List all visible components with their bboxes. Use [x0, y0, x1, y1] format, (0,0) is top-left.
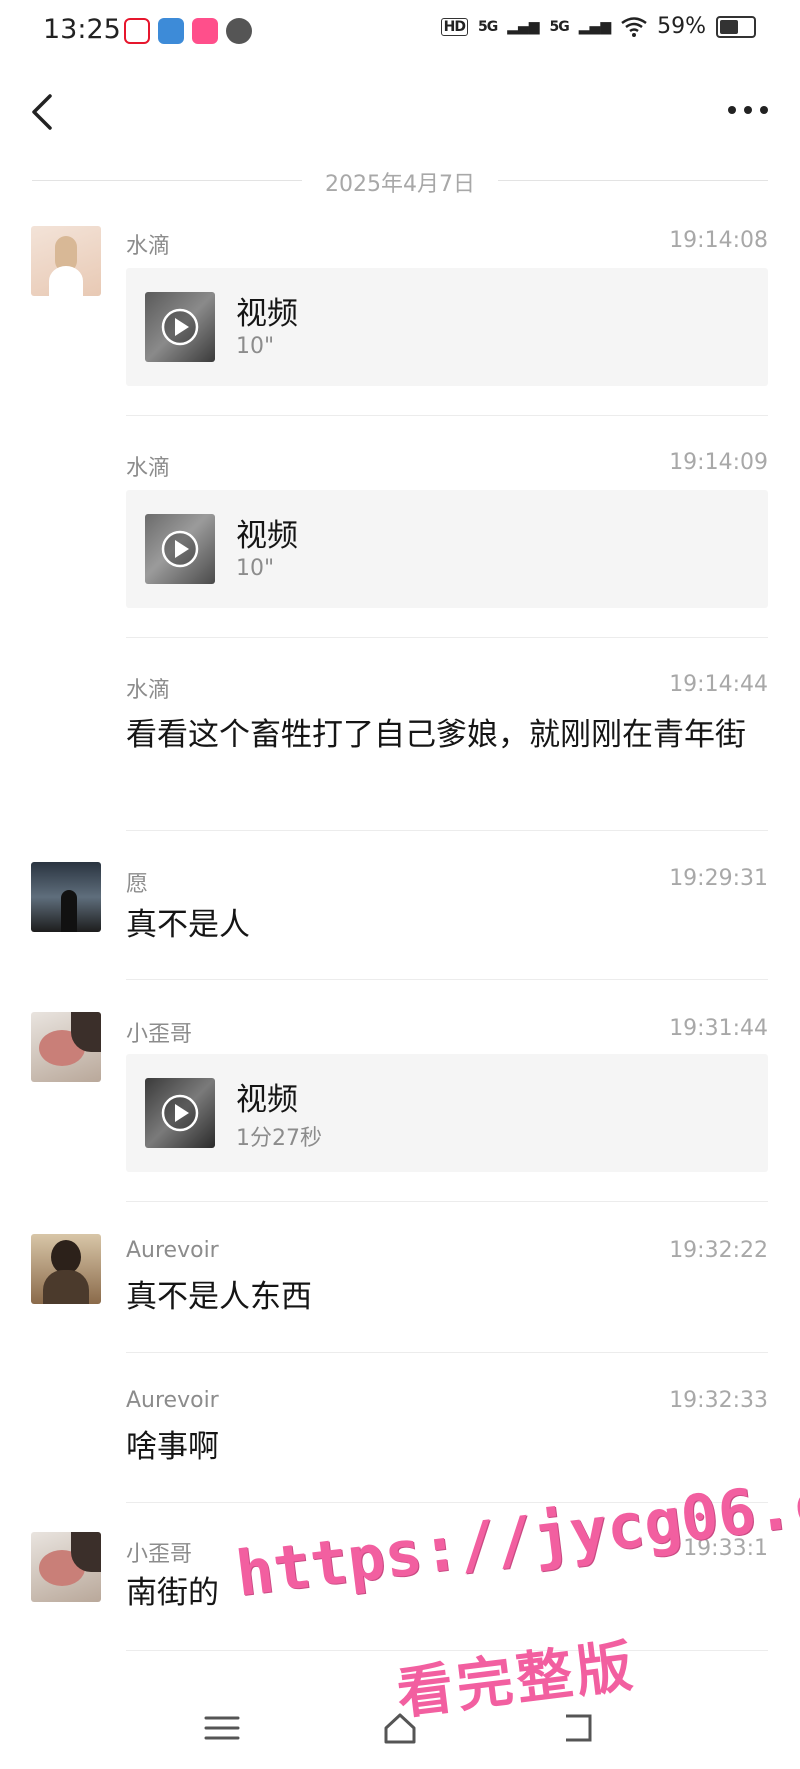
app-notification-icon: [158, 18, 184, 44]
avatar[interactable]: [31, 1234, 101, 1304]
avatar[interactable]: [31, 862, 101, 932]
message-time: 19:29:31: [669, 866, 768, 891]
divider: [126, 830, 768, 831]
more-dots-icon[interactable]: [724, 98, 772, 122]
video-thumbnail: [145, 514, 215, 584]
play-notification-icon: [226, 18, 252, 44]
battery-percent: 59%: [657, 14, 706, 39]
sender-name: 愿: [126, 872, 149, 897]
wifi-icon: [621, 16, 647, 37]
video-thumbnail: [145, 1078, 215, 1148]
video-thumbnail: [145, 292, 215, 362]
date-divider: 2025年4月7日: [32, 166, 768, 197]
video-title: 视频: [236, 1082, 298, 1118]
message-time: 19:32:22: [669, 1238, 768, 1263]
divider: [126, 637, 768, 638]
notification-icons: [124, 18, 252, 44]
hd-badge: HD: [440, 17, 468, 36]
play-icon: [161, 308, 199, 346]
signal-icon-2: 5G: [549, 18, 570, 35]
video-message[interactable]: 视频 10": [126, 268, 768, 386]
avatar[interactable]: [31, 1532, 101, 1602]
play-icon: [161, 530, 199, 568]
back-nav-icon[interactable]: [558, 1708, 598, 1748]
sender-name: 小歪哥: [126, 1022, 193, 1047]
chat-header: [0, 62, 800, 158]
video-message[interactable]: 视频 10": [126, 490, 768, 608]
avatar[interactable]: [31, 1012, 101, 1082]
weibo-icon: [124, 18, 150, 44]
menu-icon[interactable]: [202, 1708, 242, 1748]
divider: [126, 979, 768, 980]
message-text: 真不是人: [126, 907, 250, 943]
divider: [126, 1201, 768, 1202]
play-icon: [161, 1094, 199, 1132]
video-duration: 1分27秒: [236, 1126, 322, 1151]
app-notification-icon-2: [192, 18, 218, 44]
message-time: 19:14:44: [669, 672, 768, 697]
message-text: 啥事啊: [126, 1429, 219, 1465]
avatar[interactable]: [31, 226, 101, 296]
battery-icon: [716, 15, 756, 38]
status-bar: 13:25 HD 5G ▂▄▆ 5G ▂▄▆ 59%: [0, 0, 800, 62]
sender-name: 水滴: [126, 456, 171, 481]
status-time: 13:25: [43, 14, 121, 45]
chevron-left-icon[interactable]: [24, 90, 64, 134]
sender-name: 水滴: [126, 678, 171, 703]
video-duration: 10": [236, 334, 275, 359]
message-text: 看看这个畜牲打了自己爹娘，就刚刚在青年街: [126, 717, 746, 753]
divider: [126, 1352, 768, 1353]
video-title: 视频: [236, 296, 298, 332]
message-time: 19:32:33: [669, 1388, 768, 1413]
message-time: 19:14:09: [669, 450, 768, 475]
sender-name: 水滴: [126, 234, 171, 259]
video-title: 视频: [236, 518, 298, 554]
divider: [126, 415, 768, 416]
video-message[interactable]: 视频 1分27秒: [126, 1054, 768, 1172]
message-time: 19:31:44: [669, 1016, 768, 1041]
message-time: 19:14:08: [669, 228, 768, 253]
message-text: 真不是人东西: [126, 1279, 312, 1315]
signal-bars-icon: ▂▄▆: [507, 18, 540, 35]
signal-icon-1: 5G: [478, 18, 498, 35]
video-duration: 10": [236, 556, 275, 581]
sender-name: 小歪哥: [126, 1542, 193, 1567]
signal-bars-icon-2: ▂▄▆: [578, 18, 612, 35]
sender-name: Aurevoir: [126, 1388, 219, 1413]
date-label: 2025年4月7日: [325, 172, 475, 197]
sender-name: Aurevoir: [126, 1238, 219, 1263]
